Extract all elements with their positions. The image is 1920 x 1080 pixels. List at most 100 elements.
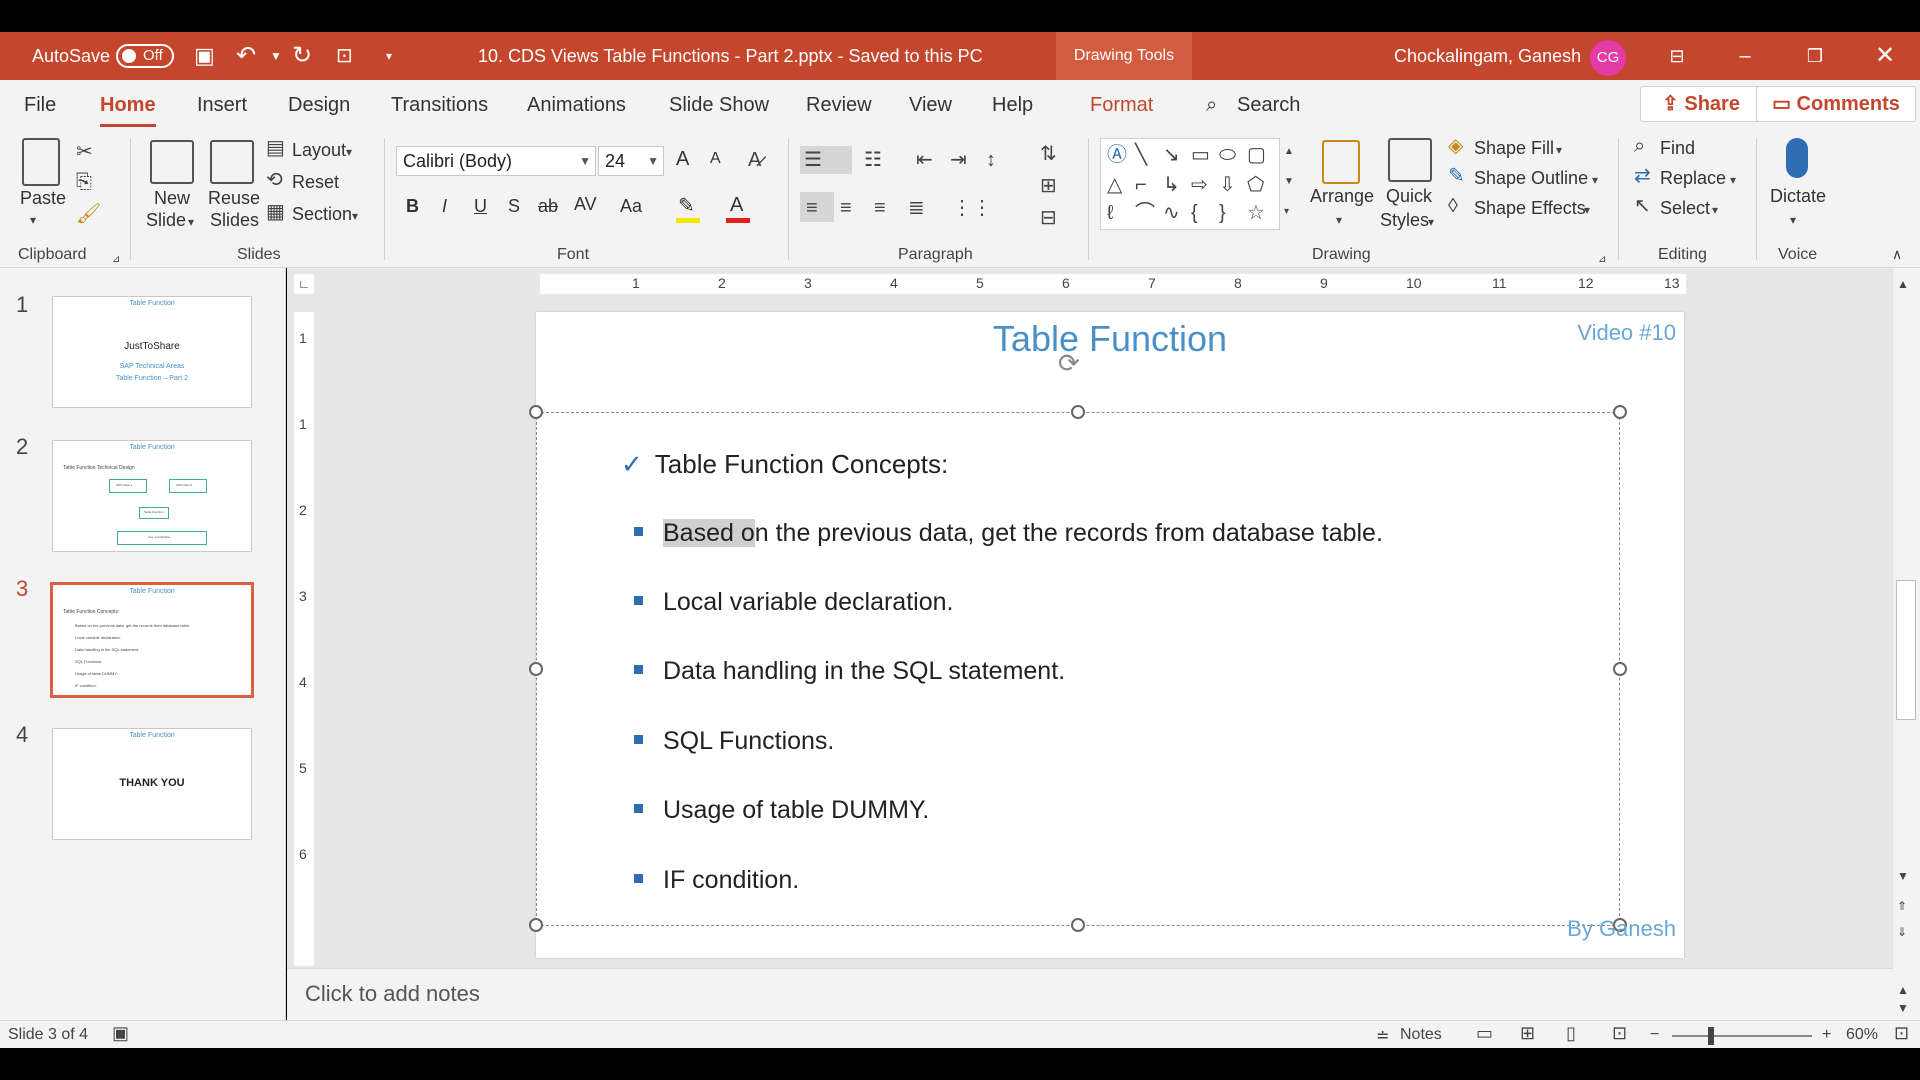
freeform-shape-icon[interactable]: ⬠ [1247,173,1264,197]
bullets-icon[interactable]: ☰ [804,148,822,172]
resize-handle[interactable] [529,662,543,676]
scroll-down-icon[interactable]: ▼ [1897,864,1909,888]
scroll-up-icon[interactable]: ▲ [1897,272,1909,296]
tab-help[interactable]: Help [992,94,1033,117]
resize-handle[interactable] [1071,405,1085,419]
tab-view[interactable]: View [909,94,952,117]
restore-icon[interactable]: ❐ [1792,32,1838,80]
rectangle-shape-icon[interactable]: ▭ [1191,143,1210,167]
replace-button[interactable]: Replace [1660,168,1726,189]
bullet-item[interactable]: Usage of table DUMMY. [634,796,929,825]
rotate-handle-icon[interactable]: ⟳ [1058,348,1080,379]
slide-thumbnail-3[interactable]: Table Function Table Function Concepts: … [50,582,254,698]
down-arrow-shape-icon[interactable]: ⇩ [1219,173,1236,197]
tab-transitions[interactable]: Transitions [391,94,488,117]
right-arrow-shape-icon[interactable]: ⇨ [1191,173,1208,197]
previous-slide-icon[interactable]: ⇑ [1897,894,1907,918]
resize-handle[interactable] [1613,662,1627,676]
font-family-select[interactable]: Calibri (Body) ▼ [396,146,596,176]
tab-insert[interactable]: Insert [197,94,247,117]
search-icon[interactable]: ⌕ [1206,94,1217,117]
layout-button[interactable]: Layout [292,140,346,161]
shape-outline-button[interactable]: Shape Outline [1474,168,1588,189]
text-direction-icon[interactable]: ⇅ [1040,142,1057,166]
shape-fill-icon[interactable]: ◈ [1448,134,1463,158]
columns-icon[interactable]: ⋮⋮ [952,196,992,220]
arc-icon[interactable]: ⌒ [1135,201,1155,225]
justify-icon[interactable]: ≣ [908,196,925,220]
find-icon[interactable]: ⌕ [1634,134,1645,158]
section-dropdown-icon[interactable]: ▾ [352,204,358,228]
copy-icon[interactable]: ⎘ [76,170,92,194]
underline-button[interactable]: U [474,196,487,217]
undo-icon[interactable]: ↶ [236,32,256,80]
gallery-more-icon[interactable]: ▾ [1284,200,1289,224]
reuse-slides-icon[interactable] [210,140,254,184]
rounded-rectangle-icon[interactable]: ▢ [1247,143,1266,167]
user-name[interactable]: Chockalingam, Ganesh [1394,32,1581,80]
format-painter-icon[interactable]: 🖌 [76,202,101,226]
align-center-icon[interactable]: ≡ [840,196,852,220]
zoom-slider[interactable] [1672,1035,1812,1037]
paste-icon[interactable] [22,138,60,186]
section-icon[interactable]: ▦ [266,200,285,224]
notes-toggle[interactable]: Notes [1400,1026,1442,1044]
comments-button[interactable]: ▭ Comments [1756,86,1916,122]
section-button[interactable]: Section [292,204,352,225]
notes-icon[interactable]: ≐ [1376,1026,1389,1046]
tab-selector-icon[interactable]: ∟ [294,274,314,294]
gallery-up-icon[interactable]: ▲ [1284,140,1294,164]
avatar[interactable]: CG [1590,40,1626,76]
numbering-icon[interactable]: ☷ [864,148,882,172]
line-spacing-icon[interactable]: ↕ [986,148,996,172]
bullet-item[interactable]: IF condition. [634,866,799,895]
decrease-indent-icon[interactable]: ⇤ [916,148,933,172]
reuse-label-1[interactable]: Reuse [208,188,260,209]
share-button[interactable]: ⇪ Share [1640,86,1762,122]
slideshow-view-icon[interactable]: ⊡ [1612,1023,1627,1044]
spellcheck-icon[interactable]: ▣ [112,1023,129,1044]
tab-home[interactable]: Home [100,94,156,127]
line-shape-icon[interactable]: ╲ [1135,143,1147,167]
zoom-slider-thumb[interactable] [1707,1027,1714,1045]
arrange-button[interactable]: Arrange [1310,186,1374,207]
curve-icon[interactable]: ∿ [1163,201,1180,225]
shape-effects-dropdown-icon[interactable]: ▾ [1584,198,1590,222]
grow-font-button[interactable]: A [676,148,689,171]
bold-button[interactable]: B [406,196,419,217]
tab-format[interactable]: Format [1090,94,1153,117]
increase-indent-icon[interactable]: ⇥ [950,148,967,172]
search-box[interactable]: Search [1237,94,1300,117]
resize-handle[interactable] [1613,405,1627,419]
shadow-button[interactable]: S [508,196,520,217]
reset-icon[interactable]: ⟲ [266,168,283,192]
shape-outline-icon[interactable]: ✎ [1448,164,1465,188]
normal-view-icon[interactable]: ▭ [1476,1023,1493,1044]
scrollbar-thumb[interactable] [1896,580,1916,720]
scribble-icon[interactable]: ℓ [1107,201,1113,225]
vertical-scrollbar[interactable]: ▲ ▼ ⇑ ⇓ ▲ ▼ [1893,268,1920,1020]
shape-effects-icon[interactable]: ◊ [1448,194,1458,218]
highlight-icon[interactable]: ✎ [678,194,695,218]
close-icon[interactable]: ✕ [1862,32,1908,80]
resize-handle[interactable] [529,918,543,932]
shape-outline-dropdown-icon[interactable]: ▾ [1592,168,1598,192]
paste-dropdown-icon[interactable]: ▾ [30,208,36,232]
select-cursor-icon[interactable]: ↖ [1634,194,1651,218]
star-shape-icon[interactable]: ☆ [1247,201,1265,225]
align-text-icon[interactable]: ⊞ [1040,174,1057,198]
slide-thumbnail-2[interactable]: Table Function Table Function Technical … [52,440,252,552]
select-button[interactable]: Select [1660,198,1710,219]
tab-slide-show[interactable]: Slide Show [669,94,769,117]
replace-dropdown-icon[interactable]: ▾ [1730,168,1736,192]
elbow-connector-icon[interactable]: ⌐ [1135,173,1147,197]
reading-view-icon[interactable]: ▯ [1566,1023,1576,1044]
next-slide-icon[interactable]: ⇓ [1897,920,1907,944]
align-right-icon[interactable]: ≡ [874,196,886,220]
character-spacing-button[interactable]: AV [574,194,597,215]
dictate-dropdown-icon[interactable]: ▾ [1790,208,1796,232]
fit-slide-icon[interactable]: ⊡ [1894,1023,1909,1044]
select-dropdown-icon[interactable]: ▾ [1712,198,1718,222]
ribbon-display-icon[interactable]: ⊟ [1654,32,1700,80]
new-slide-label-2[interactable]: Slide [146,210,186,231]
